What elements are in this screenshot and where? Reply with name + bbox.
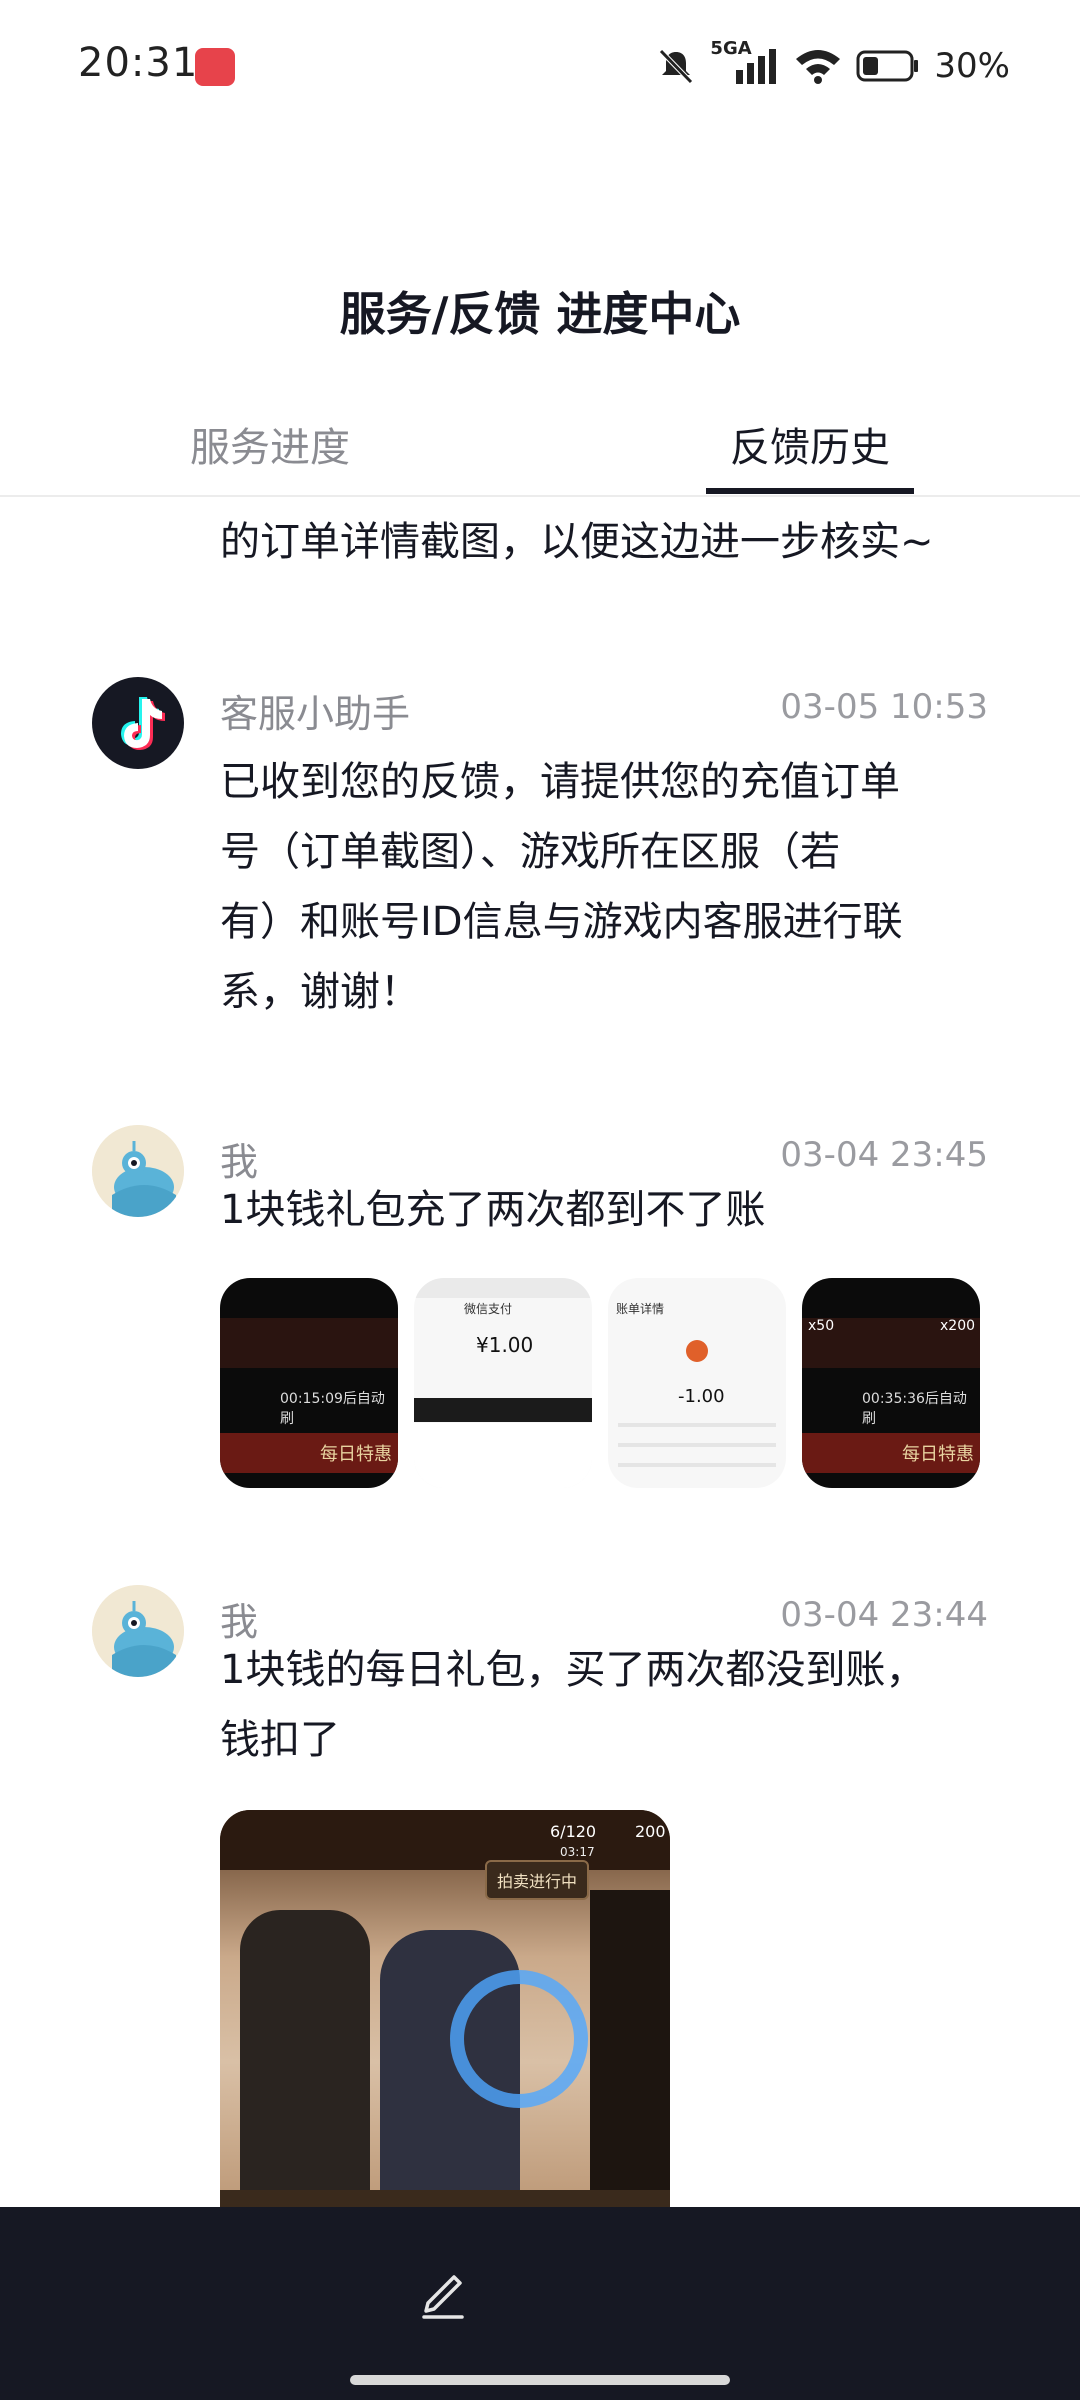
message-line: 已收到您的反馈，请提供您的充值订单 [220, 759, 900, 805]
tab-feedback-history[interactable]: 反馈历史 [730, 415, 890, 473]
attachment-thumbnail[interactable]: 微信支付 ¥1.00 [414, 1278, 592, 1488]
mute-bell-icon [659, 49, 694, 84]
thumb-title: 微信支付 [464, 1302, 513, 1316]
message-time: 03-05 10:53 [780, 687, 988, 727]
message-text: 1块钱礼包充了两次都到不了账 [220, 1187, 766, 1233]
tab-bar: 服务进度 反馈历史 [0, 395, 1080, 497]
tab-service-progress[interactable]: 服务进度 [190, 415, 350, 473]
status-indicators: 5GA 30% [656, 38, 1010, 92]
active-tab-indicator [706, 488, 914, 494]
attachment-thumbnail[interactable]: x50 x200 00:35:36后自动刷 每日特惠 [802, 1278, 980, 1488]
thumb-title: 账单详情 [616, 1302, 665, 1316]
thumb-badge: x50 [808, 1318, 835, 1334]
thumb-amount: -1.00 [678, 1386, 725, 1407]
signal-icon: 5GA [710, 38, 780, 86]
user-avatar [92, 1125, 184, 1217]
status-time: 20:31 [78, 40, 199, 86]
message-line: 有）和账号ID信息与游戏内客服进行联 [220, 899, 903, 945]
thumb-amount: ¥1.00 [476, 1333, 534, 1357]
battery-level: 30% [934, 46, 1010, 86]
thumb-caption: 每日特惠 [902, 1444, 974, 1465]
bottom-bar [0, 2207, 1080, 2400]
message-text: 1块钱的每日礼包，买了两次都没到账， 钱扣了 [220, 1635, 990, 1775]
message-line: 钱扣了 [220, 1717, 340, 1763]
message-line: 号（订单截图）、游戏所在区服（若 [220, 829, 840, 875]
thumb-caption: 00:35:36后自动刷 [862, 1391, 967, 1427]
message-line: 系，谢谢！ [220, 969, 420, 1015]
tiktok-avatar-icon [92, 677, 184, 769]
home-indicator[interactable] [350, 2375, 730, 2385]
battery-icon [856, 50, 919, 82]
message-text: 的订单详情截图，以便这边进一步核实~ [220, 519, 934, 565]
message-time: 03-04 23:45 [780, 1135, 988, 1175]
thumb-caption: 每日特惠 [320, 1444, 392, 1465]
user-avatar [92, 1585, 184, 1677]
image-counter: 6/120 [550, 1822, 597, 1841]
image-banner: 拍卖进行中 [485, 1860, 590, 1900]
thumb-badge: x200 [940, 1318, 976, 1334]
status-bar: 20:31 5GA 30% [0, 0, 1080, 140]
message-time: 03-04 23:44 [780, 1595, 988, 1635]
thumb-caption: 00:15:09后自动刷 [280, 1391, 385, 1427]
app-notification-icon [195, 48, 235, 86]
image-coins: 200 [635, 1822, 666, 1841]
image-timer: 03:17 [560, 1845, 595, 1859]
attachment-thumbnail[interactable]: 账单详情 -1.00 [608, 1278, 786, 1488]
edit-icon [422, 2275, 464, 2319]
attachment-image[interactable]: 6/120 03:17 200 拍卖进行中 [220, 1810, 670, 2207]
feedback-history-list[interactable]: 的订单详情截图，以便这边进一步核实~ 客服小助手 03-05 10:53 已收到… [0, 497, 1080, 2207]
attachment-thumbnail[interactable]: 00:15:09后自动刷 每日特惠 [220, 1278, 398, 1488]
message-text: 已收到您的反馈，请提供您的充值订单 号（订单截图）、游戏所在区服（若 有）和账号… [220, 747, 990, 1027]
sender-name: 客服小助手 [220, 692, 411, 736]
edit-feedback-button[interactable] [408, 2257, 478, 2327]
wifi-icon [796, 50, 841, 84]
attachment-thumbnails: 00:15:09后自动刷 每日特惠 微信支付 ¥1.00 账单详情 -1.00 [220, 1278, 980, 1488]
page-title: 服务/反馈 进度中心 [339, 287, 741, 341]
message-line: 1块钱的每日礼包，买了两次都没到账， [220, 1647, 926, 1693]
